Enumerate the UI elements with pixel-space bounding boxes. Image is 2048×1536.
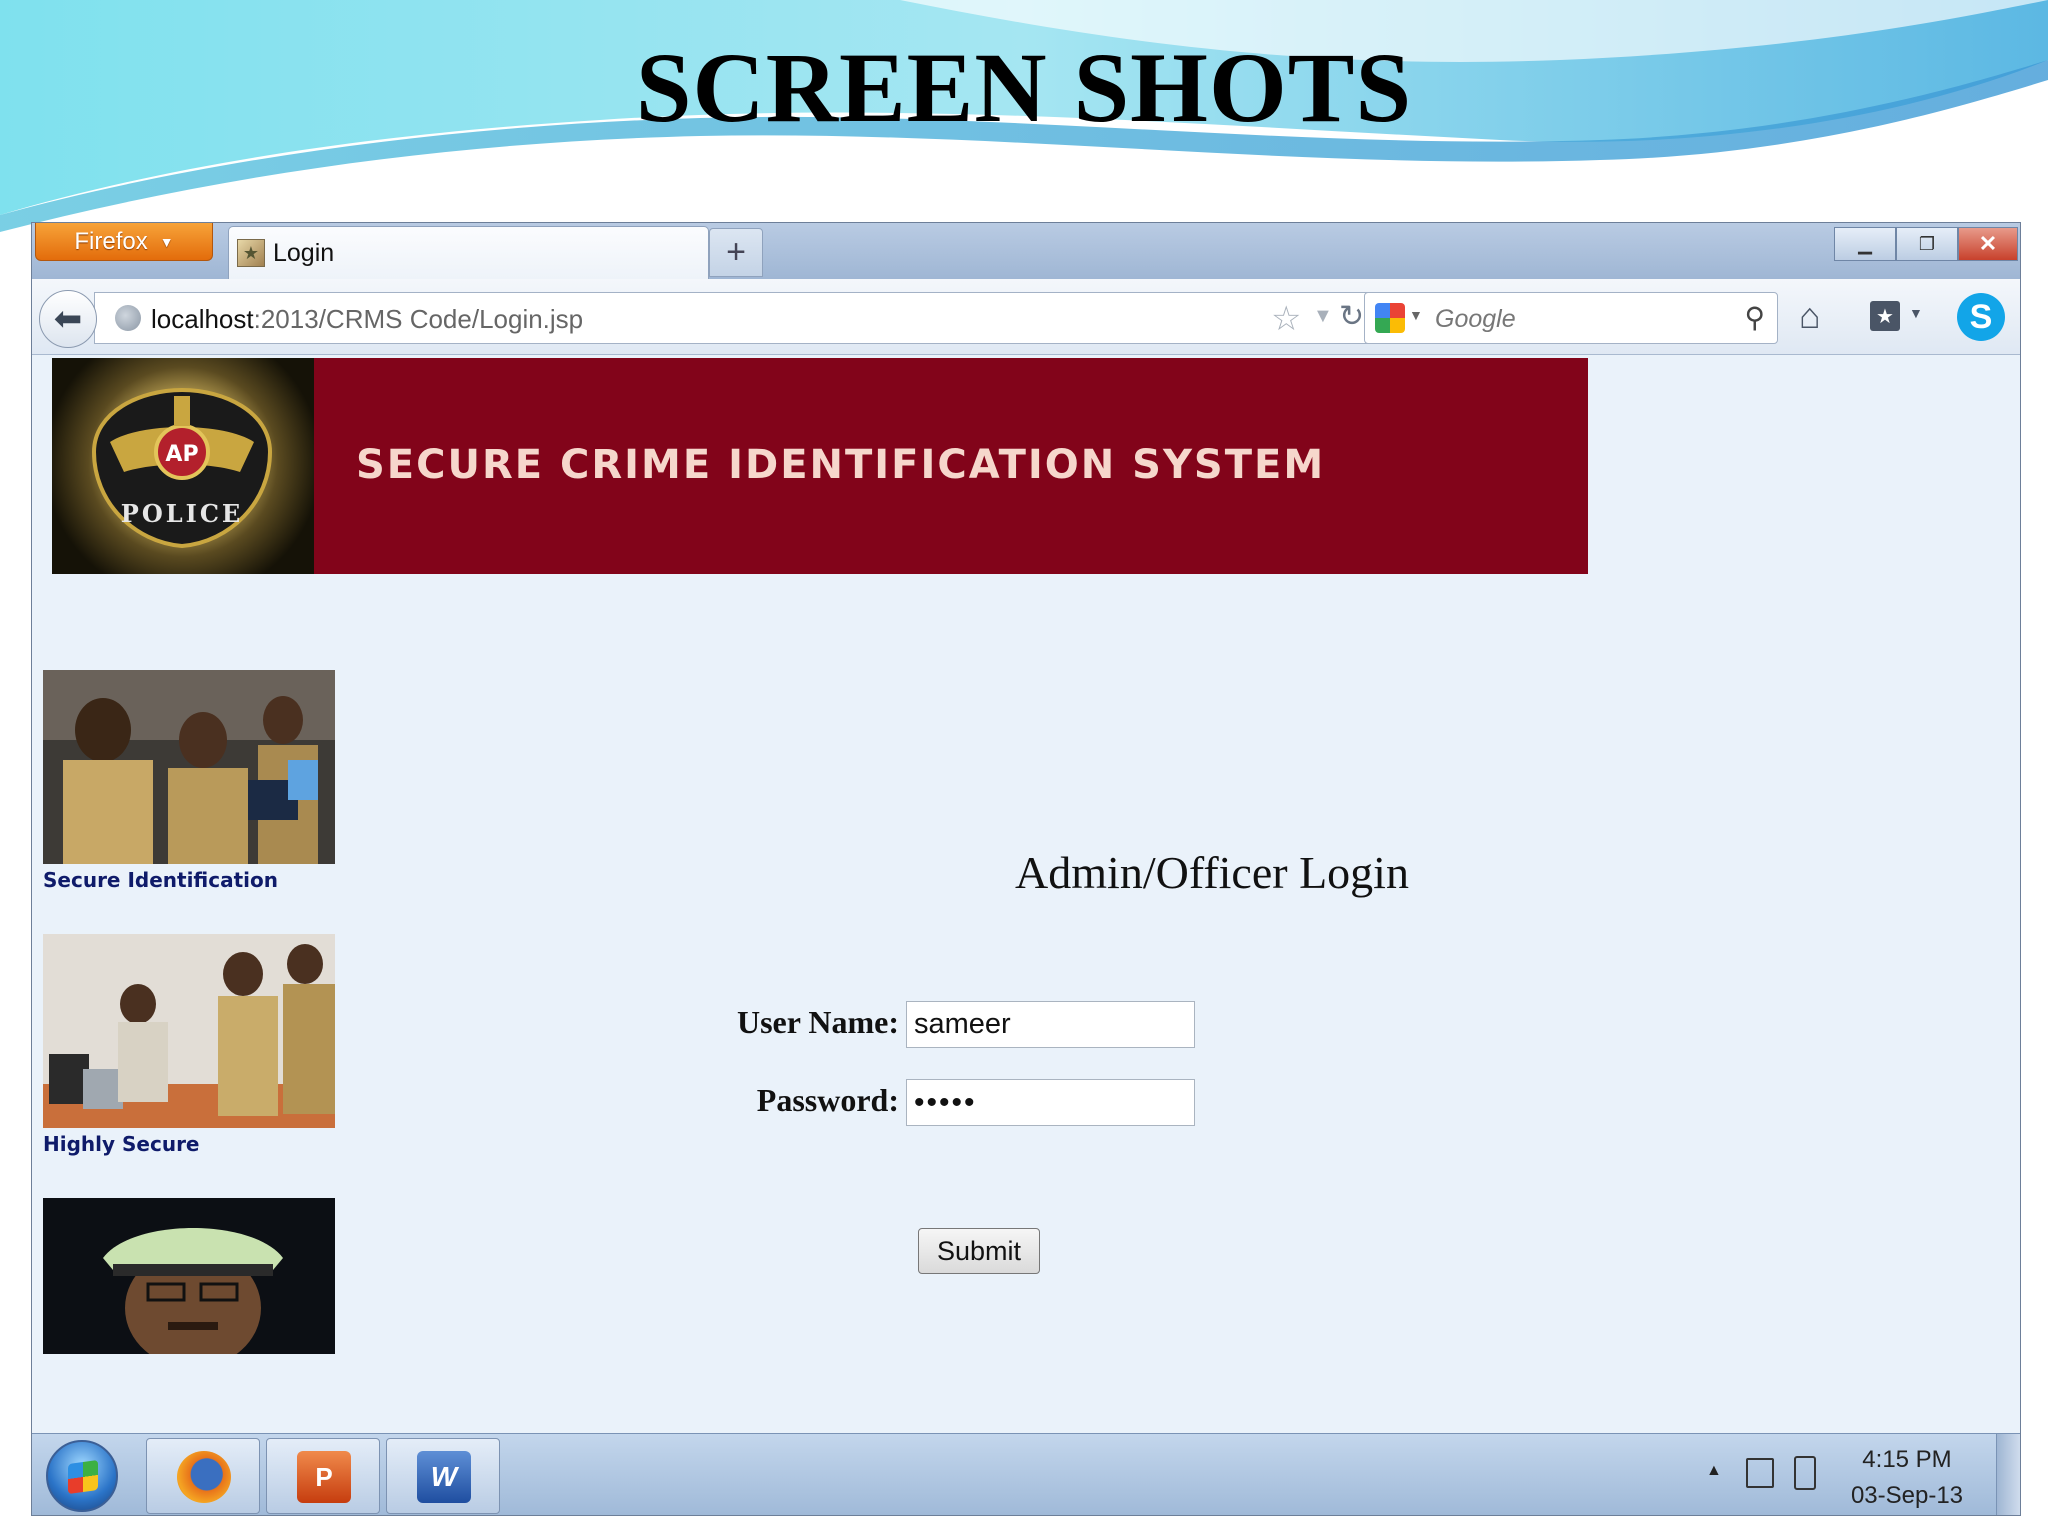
submit-button[interactable]: Submit <box>918 1228 1040 1274</box>
google-icon <box>1375 303 1405 333</box>
caption-secure-identification: Secure Identification <box>43 868 278 892</box>
globe-icon <box>115 305 141 331</box>
show-desktop-button[interactable] <box>1996 1434 2020 1515</box>
url-text: localhost:2013/CRMS Code/Login.jsp <box>151 304 583 335</box>
search-placeholder: Google <box>1435 305 1516 333</box>
banner-title: SECURE CRIME IDENTIFICATION SYSTEM <box>356 442 1326 488</box>
firefox-menu-label: Firefox <box>74 227 148 255</box>
powerpoint-icon: P <box>297 1451 351 1503</box>
url-host: localhost <box>151 304 254 334</box>
minimize-button[interactable]: ▁ <box>1834 227 1896 261</box>
chevron-down-icon: ▼ <box>159 233 174 250</box>
navigation-bar: localhost:2013/CRMS Code/Login.jsp ☆ ▼ ↻… <box>32 279 2020 355</box>
url-path: :2013/CRMS Code/Login.jsp <box>253 304 584 334</box>
taskbar-powerpoint[interactable]: P <box>266 1438 380 1514</box>
password-input[interactable]: ••••• <box>906 1079 1195 1126</box>
back-arrow-icon: ⬅ <box>53 300 83 338</box>
officers-computer-photo <box>43 934 335 1128</box>
officers-laptop-photo <box>43 670 335 864</box>
police-badge-icon: AP POLICE <box>91 387 273 549</box>
browser-titlebar: Firefox ▼ ★ Login + ▁ ❐ ✕ <box>32 223 2020 279</box>
power-icon[interactable] <box>1794 1456 1816 1490</box>
page-content: AP POLICE SECURE CRIME IDENTIFICATION SY… <box>32 356 2020 1426</box>
tab-login[interactable]: ★ Login <box>228 226 709 279</box>
username-label: User Name: <box>736 1004 899 1040</box>
close-button[interactable]: ✕ <box>1958 227 2018 261</box>
police-logo: AP POLICE <box>52 358 314 574</box>
search-engine-dropdown-icon[interactable]: ▼ <box>1409 307 1423 323</box>
login-heading: Admin/Officer Login <box>1015 847 1409 898</box>
url-bar[interactable]: localhost:2013/CRMS Code/Login.jsp ☆ ▼ ↻ <box>94 292 1379 344</box>
show-hidden-icons-icon[interactable]: ▲ <box>1706 1462 1722 1480</box>
badge-text: AP <box>165 442 198 467</box>
word-icon: W <box>417 1451 471 1503</box>
system-clock[interactable]: 4:15 PM 03-Sep-13 <box>1847 1442 1967 1514</box>
bookmarks-dropdown-icon[interactable]: ▼ <box>1909 305 1923 321</box>
tab-label: Login <box>273 238 335 267</box>
site-banner: AP POLICE SECURE CRIME IDENTIFICATION SY… <box>52 358 1588 574</box>
browser-window: Firefox ▼ ★ Login + ▁ ❐ ✕ localhost:2013… <box>31 222 2021 1516</box>
windows-logo-icon <box>68 1459 98 1495</box>
officer-portrait-photo <box>43 1198 335 1354</box>
restore-button[interactable]: ❐ <box>1896 227 1958 261</box>
favicon-icon: ★ <box>237 239 265 267</box>
clock-date: 03-Sep-13 <box>1850 1482 1964 1509</box>
search-bar[interactable]: ▼ Google ⚲ <box>1364 292 1778 344</box>
taskbar-firefox[interactable] <box>146 1438 260 1514</box>
bookmarks-icon[interactable]: ★ <box>1870 301 1900 331</box>
firefox-menu-button[interactable]: Firefox ▼ <box>35 223 213 261</box>
window-controls: ▁ ❐ ✕ <box>1834 227 2018 263</box>
reload-icon[interactable]: ↻ <box>1339 299 1364 334</box>
clock-time: 4:15 PM <box>1862 1446 1952 1473</box>
start-button[interactable] <box>46 1440 118 1512</box>
caption-highly-secure: Highly Secure <box>43 1132 200 1156</box>
history-dropdown-icon[interactable]: ▼ <box>1313 305 1333 328</box>
back-button[interactable]: ⬅ <box>39 290 97 348</box>
new-tab-button[interactable]: + <box>709 228 763 277</box>
slide-title: SCREEN SHOTS <box>635 32 1413 143</box>
taskbar-word[interactable]: W <box>386 1438 500 1514</box>
firefox-icon <box>177 1451 231 1503</box>
network-icon[interactable] <box>1746 1458 1774 1488</box>
skype-icon[interactable]: S <box>1957 293 2005 341</box>
password-label: Password: <box>756 1082 899 1118</box>
badge-lower-text: POLICE <box>121 499 243 528</box>
home-icon[interactable]: ⌂ <box>1799 295 1821 337</box>
bookmark-star-icon[interactable]: ☆ <box>1271 299 1301 339</box>
windows-taskbar: P W ▲ 4:15 PM 03-Sep-13 <box>32 1433 2020 1515</box>
search-icon[interactable]: ⚲ <box>1744 301 1765 334</box>
username-input[interactable]: sameer <box>906 1001 1195 1048</box>
